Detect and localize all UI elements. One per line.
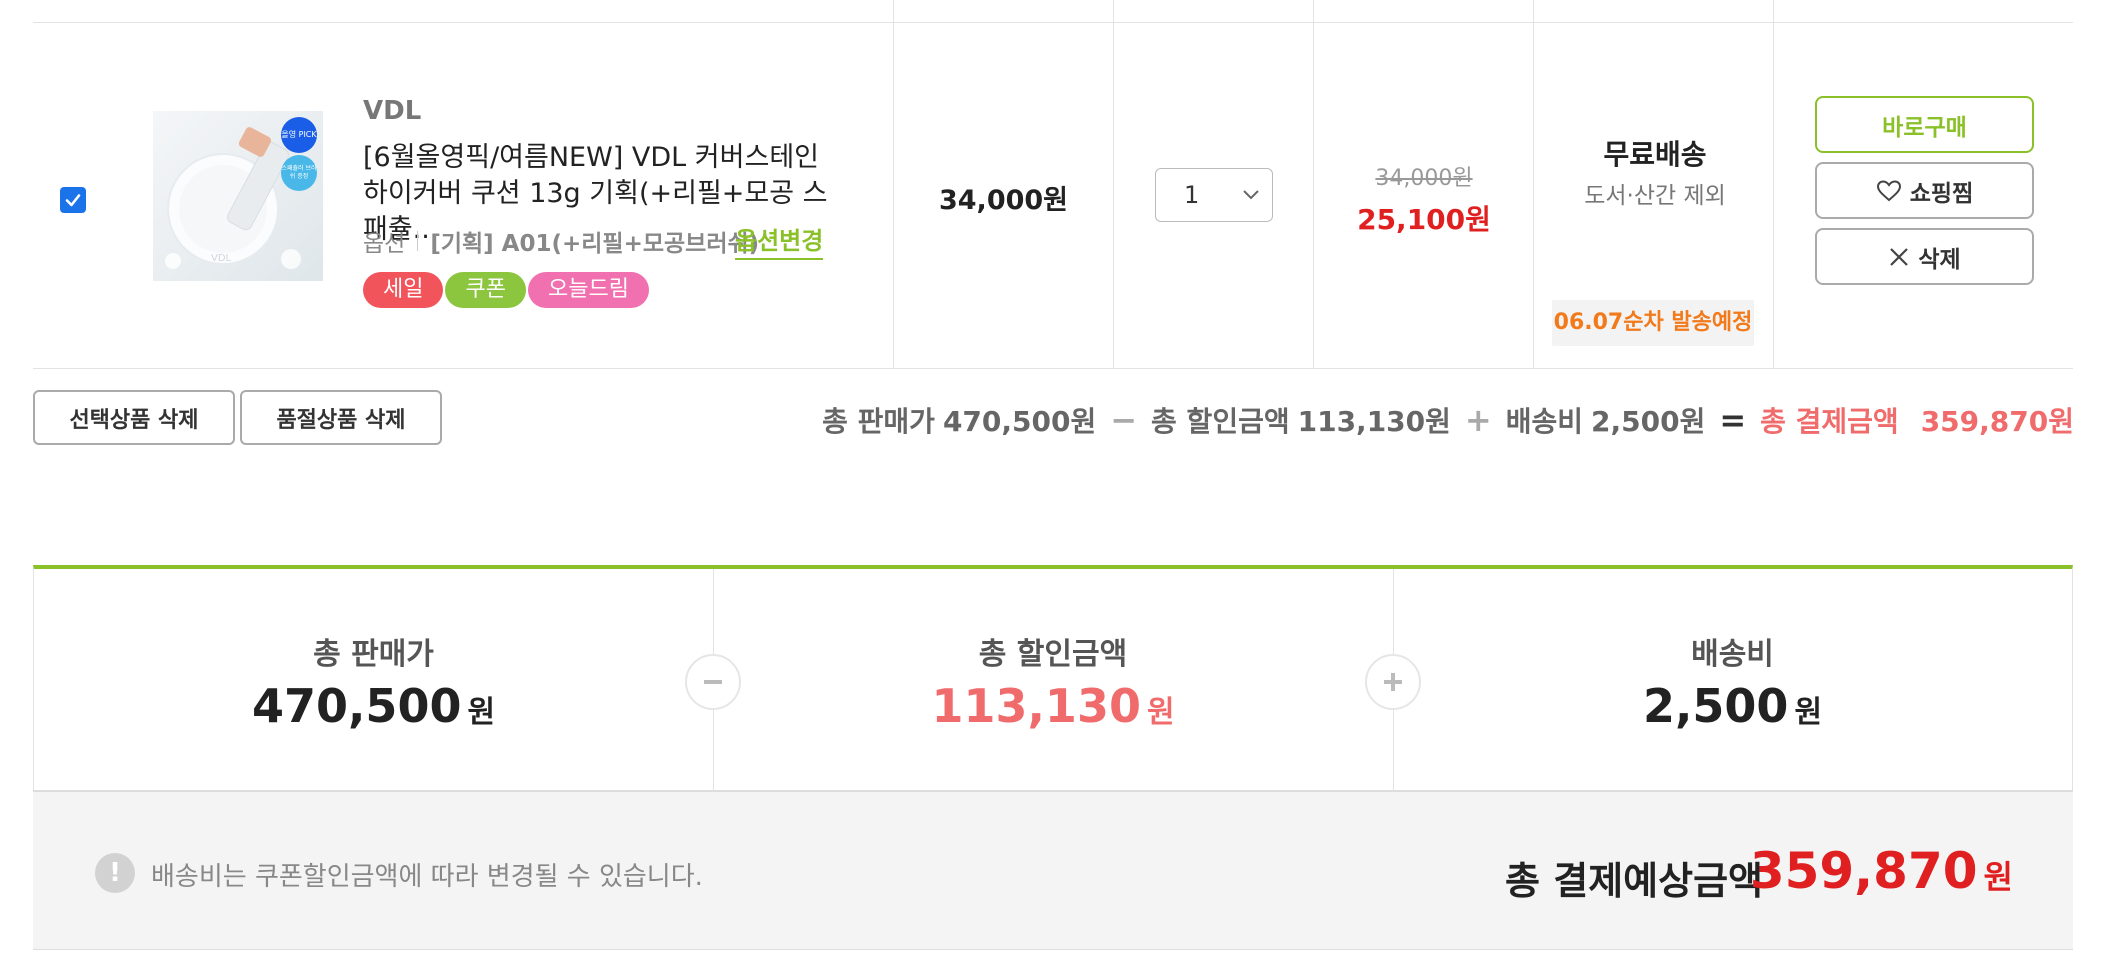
won-unit: 원 bbox=[1146, 695, 1175, 730]
minus-icon bbox=[704, 680, 722, 684]
quantity-value: 1 bbox=[1184, 181, 1200, 209]
panel-total-value: 470,500 bbox=[251, 679, 462, 733]
sale-price: 25,100원 bbox=[1357, 203, 1491, 236]
summary-final-value: 359,870원 bbox=[1920, 405, 2074, 438]
gift-badge: 스패츌러 브러쉬 증정 bbox=[281, 155, 317, 191]
panel-discount-label: 총 할인금액 bbox=[978, 637, 1128, 672]
equals-icon: = bbox=[1719, 401, 1747, 439]
row-bottom-border bbox=[33, 368, 2073, 369]
panel-shipping-label: 배송비 bbox=[1691, 637, 1774, 672]
option-label: 옵션 bbox=[363, 231, 406, 257]
col-divider bbox=[893, 0, 894, 368]
grand-total-label: 총 결제예상금액 bbox=[1505, 859, 1763, 903]
panel-discount-value: 113,130 bbox=[931, 679, 1141, 733]
delete-soldout-button[interactable]: 품절상품 삭제 bbox=[240, 390, 442, 445]
wishlist-button[interactable]: 쇼핑찜 bbox=[1815, 162, 2034, 219]
panel-total-column: 총 판매가 470,500 원 bbox=[34, 569, 714, 790]
tag-sale: 세일 bbox=[363, 272, 444, 308]
shipping-note: 도서·산간 제외 bbox=[1584, 183, 1726, 209]
pick-badge: 올영 PICK bbox=[281, 117, 317, 153]
row-top-border bbox=[33, 22, 2073, 23]
option-value: [기획] A01(+리필+모공브러쉬) bbox=[430, 231, 760, 257]
summary-discount-value: 113,130원 bbox=[1297, 405, 1451, 438]
minus-icon: − bbox=[1110, 401, 1138, 439]
tag-today-delivery: 오늘드림 bbox=[527, 272, 649, 308]
product-option: 옵션 [기획] A01(+리필+모공브러쉬) bbox=[363, 224, 759, 258]
option-change-link[interactable]: 옵션변경 bbox=[735, 221, 824, 260]
heart-icon bbox=[1876, 179, 1901, 201]
plus-circle-icon bbox=[1365, 654, 1421, 710]
tag-coupon: 쿠폰 bbox=[445, 272, 526, 308]
unit-price: 34,000원 bbox=[938, 185, 1069, 216]
panel-shipping-value: 2,500 bbox=[1642, 679, 1789, 733]
shipping-title: 무료배송 bbox=[1603, 138, 1707, 171]
ship-date-badge: 06.07순차 발송예정 bbox=[1552, 300, 1754, 346]
grand-total-amount: 359,870 원 bbox=[1750, 842, 2013, 900]
svg-text:VDL: VDL bbox=[211, 253, 232, 264]
won-unit: 원 bbox=[1794, 695, 1823, 730]
plus-icon: + bbox=[1464, 401, 1492, 439]
exclamation-icon: ! bbox=[95, 853, 135, 893]
buy-now-label: 바로구매 bbox=[1882, 114, 1967, 141]
summary-shipping-value: 2,500원 bbox=[1591, 405, 1706, 438]
summary-shipping-label: 배송비 bbox=[1505, 405, 1583, 438]
grand-total-value: 359,870 bbox=[1749, 842, 1978, 900]
col-divider bbox=[1113, 0, 1114, 368]
panel-discount-column: 총 할인금액 113,130 원 bbox=[713, 569, 1394, 790]
option-separator bbox=[417, 231, 419, 251]
close-icon bbox=[1890, 247, 1909, 266]
panel-discount-amount: 113,130 원 bbox=[713, 679, 1393, 733]
summary-total-label: 총 판매가 bbox=[822, 405, 935, 438]
delete-item-button[interactable]: 삭제 bbox=[1815, 228, 2034, 285]
delete-item-label: 삭제 bbox=[1918, 246, 1961, 273]
wishlist-label: 쇼핑찜 bbox=[1909, 180, 1974, 207]
panel-shipping-column: 배송비 2,500 원 bbox=[1393, 569, 2072, 790]
minus-circle-icon bbox=[685, 654, 741, 710]
chevron-down-icon bbox=[1243, 190, 1259, 200]
product-tags: 세일 쿠폰 오늘드림 bbox=[363, 272, 649, 308]
shipping-notice: 배송비는 쿠폰할인금액에 따라 변경될 수 있습니다. bbox=[151, 862, 703, 892]
quantity-select[interactable]: 1 bbox=[1155, 168, 1273, 222]
panel-shipping-amount: 2,500 원 bbox=[1393, 679, 2072, 733]
check-icon bbox=[65, 194, 81, 207]
original-price: 34,000원 bbox=[1375, 166, 1473, 191]
summary-discount-label: 총 할인금액 bbox=[1151, 405, 1290, 438]
product-brand[interactable]: VDL bbox=[363, 96, 421, 126]
panel-total-amount: 470,500 원 bbox=[34, 679, 713, 733]
item-checkbox[interactable] bbox=[60, 187, 86, 213]
summary-final-label: 총 결제금액 bbox=[1760, 405, 1899, 438]
product-thumbnail[interactable]: VDL 올영 PICK 스패츌러 브러쉬 증정 bbox=[153, 111, 323, 281]
panel-total-label: 총 판매가 bbox=[313, 637, 434, 672]
totals-panel: 총 판매가 470,500 원 총 할인금액 113,130 원 배송비 2,500… bbox=[33, 565, 2073, 790]
payment-footer: ! 배송비는 쿠폰할인금액에 따라 변경될 수 있습니다. 총 결제예상금액 3… bbox=[33, 790, 2073, 950]
cart-summary-line: 총 판매가 470,500원 − 총 할인금액 113,130원 + 배송비 2… bbox=[822, 400, 2074, 440]
won-unit: 원 bbox=[1983, 858, 2013, 896]
won-unit: 원 bbox=[467, 695, 496, 730]
summary-total-value: 470,500원 bbox=[942, 405, 1097, 438]
delete-selected-button[interactable]: 선택상품 삭제 bbox=[33, 390, 235, 445]
plus-icon bbox=[1384, 673, 1402, 691]
buy-now-button[interactable]: 바로구매 bbox=[1815, 96, 2034, 153]
